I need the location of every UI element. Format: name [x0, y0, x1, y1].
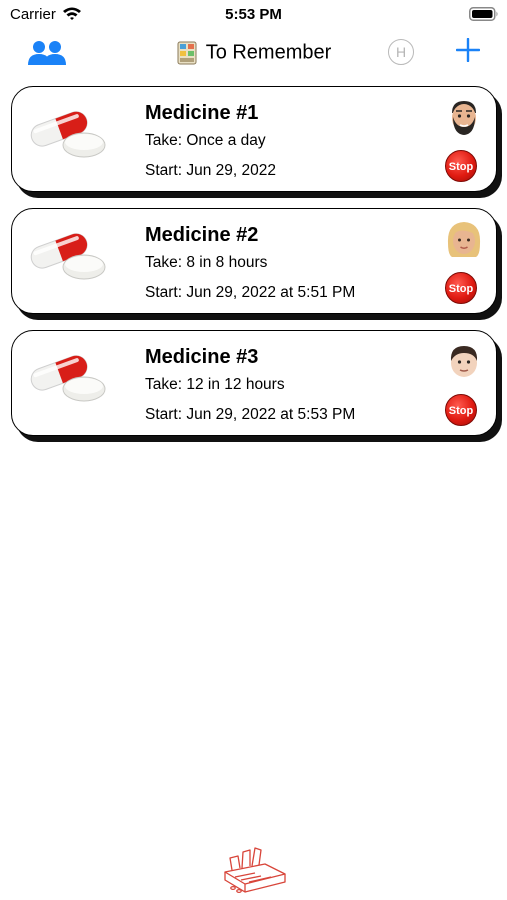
pills-icon — [30, 233, 106, 280]
stop-button[interactable]: Stop — [445, 394, 477, 426]
battery-icon — [469, 7, 498, 21]
pills-icon — [30, 111, 106, 158]
boy-avatar-icon — [450, 346, 478, 377]
pill-box-logo-icon — [224, 847, 286, 894]
stop-button[interactable]: Stop — [445, 150, 477, 182]
medicine-card[interactable]: Medicine #3 Take: 12 in 12 hours Start: … — [11, 330, 497, 436]
pill-organizer-icon — [177, 41, 197, 65]
bearded-man-avatar-icon — [452, 101, 476, 135]
medicine-dosage: Take: Once a day — [145, 132, 266, 149]
page-title-text: To Remember — [205, 41, 332, 64]
plus-icon[interactable] — [456, 38, 480, 62]
stop-button[interactable]: Stop — [445, 272, 477, 304]
medicine-card[interactable]: Medicine #1 Take: Once a day Start: Jun … — [11, 86, 497, 192]
medicine-card[interactable]: Medicine #2 Take: 8 in 8 hours Start: Ju… — [11, 208, 497, 314]
medicine-dosage: Take: 12 in 12 hours — [145, 376, 285, 393]
clock: 5:53 PM — [225, 6, 282, 23]
pills-icon — [30, 355, 106, 402]
medicine-start-date: Start: Jun 29, 2022 — [145, 162, 276, 179]
status-bar: Carrier 5:53 PM — [0, 0, 507, 28]
h-icon[interactable]: H — [388, 39, 414, 65]
medicine-dosage: Take: 8 in 8 hours — [145, 254, 268, 271]
medicine-name: Medicine #2 — [145, 224, 259, 246]
navigation-bar: To Remember H — [0, 28, 507, 78]
medicine-start-date: Start: Jun 29, 2022 at 5:51 PM — [145, 284, 356, 301]
blonde-woman-avatar-icon — [447, 222, 481, 257]
medicine-start-date: Start: Jun 29, 2022 at 5:53 PM — [145, 406, 356, 423]
medicine-name: Medicine #1 — [145, 102, 259, 124]
medicine-name: Medicine #3 — [145, 346, 259, 368]
page-title: To Remember — [0, 40, 507, 66]
